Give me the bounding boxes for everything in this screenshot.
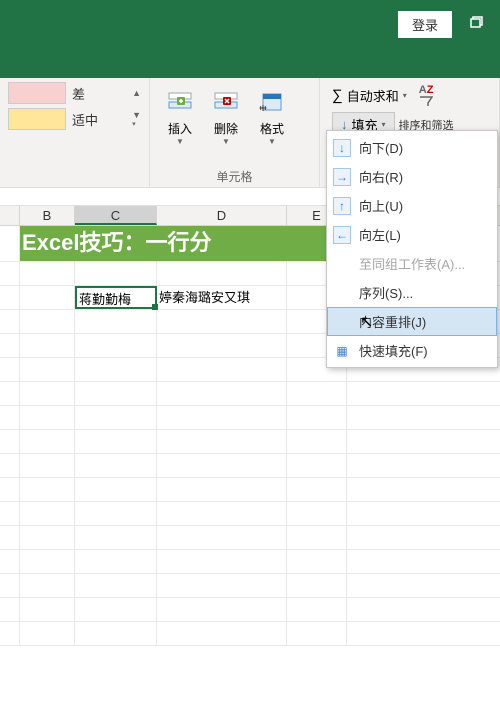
banner-cell[interactable]: Excel技巧：一行分 bbox=[20, 226, 347, 261]
col-header-b[interactable]: B bbox=[20, 206, 75, 225]
styles-group: 差 ▲ 适中 ▼▾ bbox=[0, 78, 150, 187]
sort-filter-icon[interactable]: AZ bbox=[419, 85, 434, 106]
fill-handle[interactable] bbox=[152, 304, 158, 310]
group-label bbox=[8, 182, 141, 185]
title-bar: 登录 bbox=[0, 0, 500, 48]
col-header-d[interactable]: D bbox=[157, 206, 287, 225]
cell-style-neutral[interactable]: 适中 ▼▾ bbox=[8, 108, 141, 130]
menu-fill-down[interactable]: ↓向下(D) bbox=[327, 133, 497, 162]
cell-style-bad[interactable]: 差 ▲ bbox=[8, 82, 141, 104]
autosum-button[interactable]: ∑ 自动求和 ▾ AZ bbox=[328, 82, 491, 109]
flash-fill-icon: ▦ bbox=[333, 342, 351, 360]
window-restore-icon[interactable] bbox=[460, 10, 492, 39]
format-button[interactable]: 格式 ▼ bbox=[250, 82, 294, 150]
menu-fill-series[interactable]: 序列(S)... bbox=[327, 278, 497, 307]
delete-button[interactable]: 删除 ▼ bbox=[204, 82, 248, 150]
cells-group-label: 单元格 bbox=[158, 165, 311, 185]
insert-button[interactable]: 插入 ▼ bbox=[158, 82, 202, 150]
insert-icon bbox=[164, 86, 196, 118]
menu-fill-up[interactable]: ↑向上(U) bbox=[327, 191, 497, 220]
cells-group: 插入 ▼ 删除 ▼ 格式 ▼ 单元格 bbox=[150, 78, 320, 187]
menu-fill-justify[interactable]: 内容重排(J) bbox=[327, 307, 497, 336]
arrow-down-icon: ↓ bbox=[333, 139, 351, 157]
ribbon-tab-area bbox=[0, 48, 500, 78]
arrow-right-icon: → bbox=[333, 168, 351, 186]
cell-d3[interactable]: 婷秦海璐安又琪 bbox=[157, 286, 287, 309]
menu-flash-fill[interactable]: ▦快速填充(F) bbox=[327, 336, 497, 365]
delete-icon bbox=[210, 86, 242, 118]
menu-fill-across-sheets: 至同组工作表(A)... bbox=[327, 249, 497, 278]
menu-fill-left[interactable]: ←向左(L) bbox=[327, 220, 497, 249]
active-cell-c3[interactable]: 蒋勤勤梅 bbox=[75, 286, 157, 309]
col-header-c[interactable]: C bbox=[75, 206, 157, 225]
login-button[interactable]: 登录 bbox=[398, 11, 452, 38]
arrow-left-icon: ← bbox=[333, 226, 351, 244]
arrow-up-icon: ↑ bbox=[333, 197, 351, 215]
sigma-icon: ∑ bbox=[332, 87, 343, 104]
fill-dropdown-menu: ↓向下(D) →向右(R) ↑向上(U) ←向左(L) 至同组工作表(A)...… bbox=[326, 130, 498, 368]
menu-fill-right[interactable]: →向右(R) bbox=[327, 162, 497, 191]
format-icon bbox=[256, 86, 288, 118]
